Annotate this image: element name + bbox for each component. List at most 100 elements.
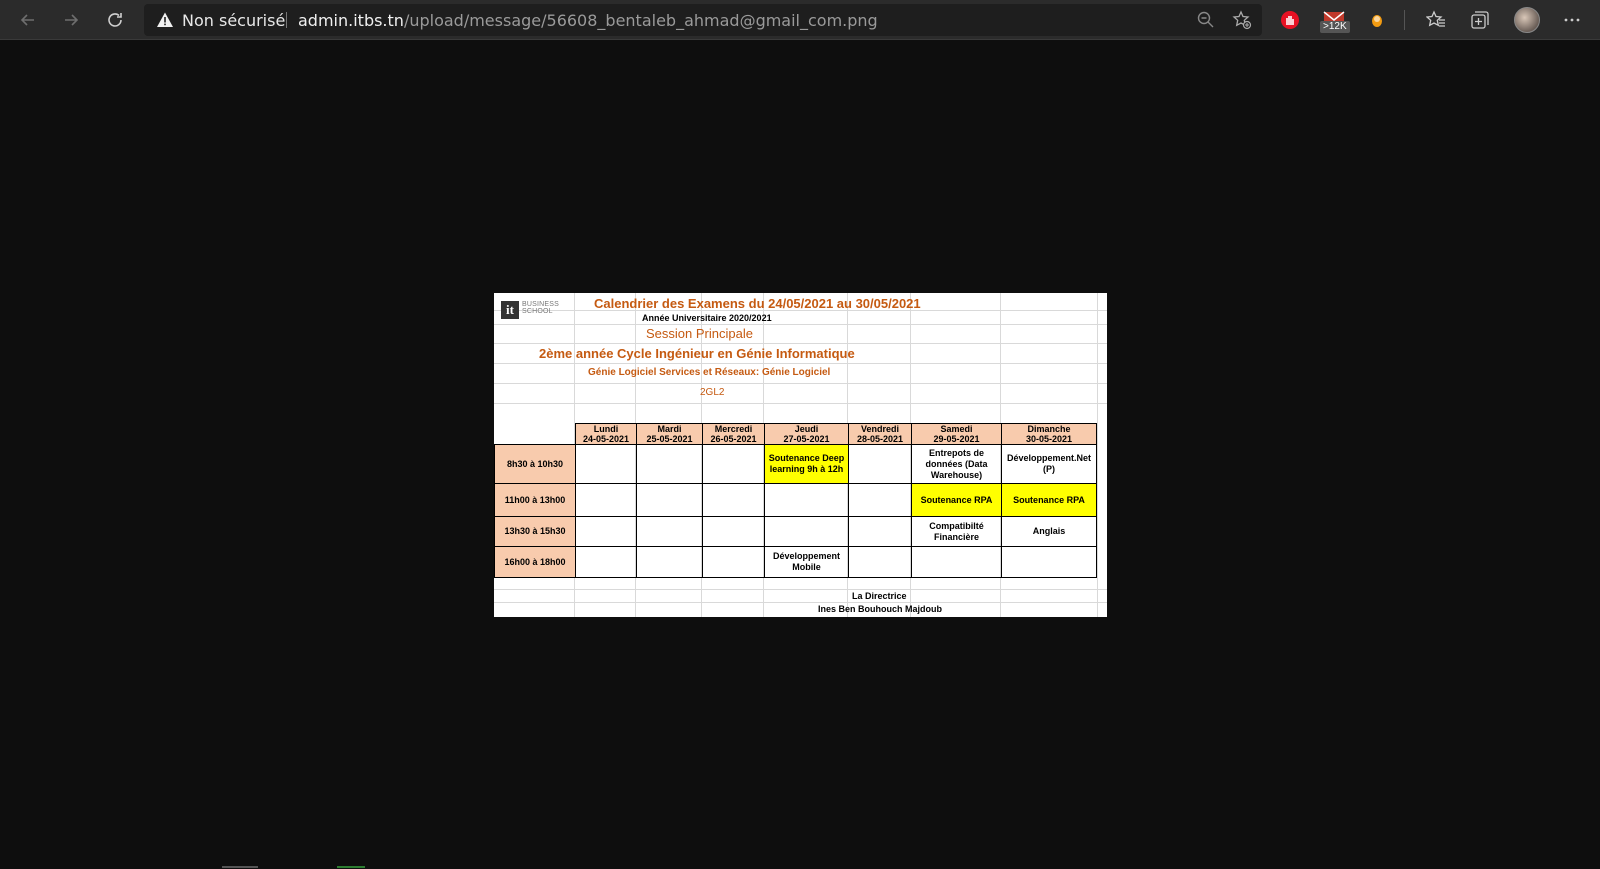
exam-cell: [702, 516, 765, 547]
day-date: 24-05-2021: [582, 434, 630, 444]
day-date: 29-05-2021: [933, 434, 980, 444]
day-date: 26-05-2021: [710, 434, 757, 444]
collections-icon: [1471, 11, 1489, 29]
exam-cell: [1001, 546, 1097, 578]
exam-cell: [636, 444, 703, 484]
url-host: admin.itbs.tn: [298, 11, 404, 30]
table-row: 8h30 à 10h30 Soutenance Deep learning 9h…: [494, 444, 1097, 484]
toolbar-separator: [1404, 10, 1405, 30]
day-name: Dimanche: [1027, 424, 1071, 434]
exam-cell: Soutenance Deep learning 9h à 12h: [764, 444, 849, 484]
table-row: 16h00 à 18h00 Développement Mobile: [494, 546, 1097, 578]
day-header: Mardi 25-05-2021: [636, 423, 703, 445]
specialty-label: Génie Logiciel Services et Réseaux: Géni…: [588, 367, 831, 378]
exam-cell: [911, 546, 1002, 578]
day-name: Samedi: [940, 424, 973, 434]
exam-cell: Développement Mobile: [764, 546, 849, 578]
signature-role: La Directrice: [852, 591, 907, 601]
warning-icon: [157, 12, 173, 27]
time-slot: 11h00 à 13h00: [494, 483, 576, 517]
exam-cell: [702, 444, 765, 484]
exam-cell: Développement.Net (P): [1001, 444, 1097, 484]
day-date: 28-05-2021: [856, 434, 904, 444]
exam-cell: Soutenance RPA: [1001, 483, 1097, 517]
exam-cell: [702, 546, 765, 578]
academic-year: Année Universitaire 2020/2021: [642, 313, 772, 323]
back-icon: [20, 14, 34, 26]
add-favorite-icon[interactable]: [1232, 10, 1252, 30]
extension-dot-icon[interactable]: [1363, 6, 1391, 34]
profile-avatar[interactable]: [1514, 7, 1540, 33]
exam-cell: [764, 516, 849, 547]
refresh-icon: [108, 13, 122, 27]
exam-cell: [575, 483, 637, 517]
scroll-indicator: [222, 866, 258, 868]
logo-text: BUSINESS SCHOOL: [522, 301, 559, 315]
security-label[interactable]: Non sécurisé: [182, 11, 285, 30]
logo-text-1: BUSINESS: [522, 301, 559, 308]
logo-text-2: SCHOOL: [522, 308, 553, 315]
day-header: Lundi 24-05-2021: [575, 423, 637, 445]
exam-cell: Anglais: [1001, 516, 1097, 547]
session-label: Session Principale: [646, 326, 753, 341]
address-separator: [286, 12, 287, 28]
back-button[interactable]: [12, 4, 44, 36]
url-path: /upload/message/56608_bentaleb_ahmad@gma…: [403, 11, 878, 30]
refresh-button[interactable]: [99, 4, 131, 36]
exam-cell: [636, 546, 703, 578]
day-date: 30-05-2021: [1025, 434, 1073, 444]
day-header: Dimanche 30-05-2021: [1001, 423, 1097, 445]
browser-toolbar: Non sécurisé admin.itbs.tn/upload/messag…: [0, 0, 1600, 40]
document-title: Calendrier des Examens du 24/05/2021 au …: [594, 296, 921, 311]
day-name: Jeudi: [794, 424, 819, 434]
exam-cell: [848, 483, 912, 517]
day-header: Mercredi 26-05-2021: [702, 423, 765, 445]
exam-cell: [636, 483, 703, 517]
exam-cell: Entrepots de données (Data Warehouse): [911, 444, 1002, 484]
itbs-logo: it: [501, 301, 519, 319]
exam-cell: [702, 483, 765, 517]
exam-cell: Soutenance RPA: [911, 483, 1002, 517]
day-name: Mercredi: [714, 424, 753, 434]
table-row: 11h00 à 13h00 Soutenance RPA Soutenance …: [494, 483, 1097, 517]
header-corner: [495, 424, 576, 445]
address-bar[interactable]: Non sécurisé admin.itbs.tn/upload/messag…: [144, 4, 1262, 36]
day-date: 27-05-2021: [783, 434, 830, 444]
mail-badge: >12K: [1320, 21, 1350, 33]
url-text[interactable]: admin.itbs.tn/upload/message/56608_benta…: [298, 11, 878, 30]
exam-calendar-image: it BUSINESS SCHOOL Calendrier des Examens…: [494, 293, 1107, 617]
exam-cell: [848, 516, 912, 547]
day-date: 25-05-2021: [646, 434, 693, 444]
exam-table: Lundi 24-05-2021 Mardi 25-05-2021 Mercredi…: [494, 423, 1097, 578]
day-name: Lundi: [593, 424, 619, 434]
group-label: 2GL2: [700, 387, 725, 398]
table-row: 13h30 à 15h30 Compatibilté Financière An…: [494, 516, 1097, 547]
day-header: Vendredi 28-05-2021: [848, 423, 912, 445]
more-button[interactable]: [1556, 4, 1588, 36]
favorites-button[interactable]: [1420, 4, 1452, 36]
exam-cell: [636, 516, 703, 547]
scroll-indicator: [337, 866, 365, 868]
exam-cell: [575, 546, 637, 578]
exam-cell: Compatibilté Financière: [911, 516, 1002, 547]
zoom-out-icon[interactable]: [1196, 10, 1216, 30]
extension-hand-icon[interactable]: [1276, 6, 1304, 34]
favorites-icon: [1426, 10, 1445, 27]
collections-button[interactable]: [1464, 4, 1496, 36]
signature-name: Ines Ben Bouhouch Majdoub: [818, 604, 942, 614]
table-header-row: Lundi 24-05-2021 Mardi 25-05-2021 Mercredi…: [495, 423, 1097, 445]
forward-icon: [65, 14, 79, 26]
day-header: Jeudi 27-05-2021: [764, 423, 849, 445]
day-name: Mardi: [657, 424, 682, 434]
exam-cell: [848, 546, 912, 578]
forward-button[interactable]: [55, 4, 87, 36]
exam-cell: [575, 444, 637, 484]
day-name: Vendredi: [860, 424, 899, 434]
more-icon: [1564, 18, 1580, 22]
exam-cell: [764, 483, 849, 517]
exam-cell: [575, 516, 637, 547]
time-slot: 16h00 à 18h00: [494, 546, 576, 578]
exam-cell: [848, 444, 912, 484]
time-slot: 13h30 à 15h30: [494, 516, 576, 547]
time-slot: 8h30 à 10h30: [494, 444, 576, 484]
